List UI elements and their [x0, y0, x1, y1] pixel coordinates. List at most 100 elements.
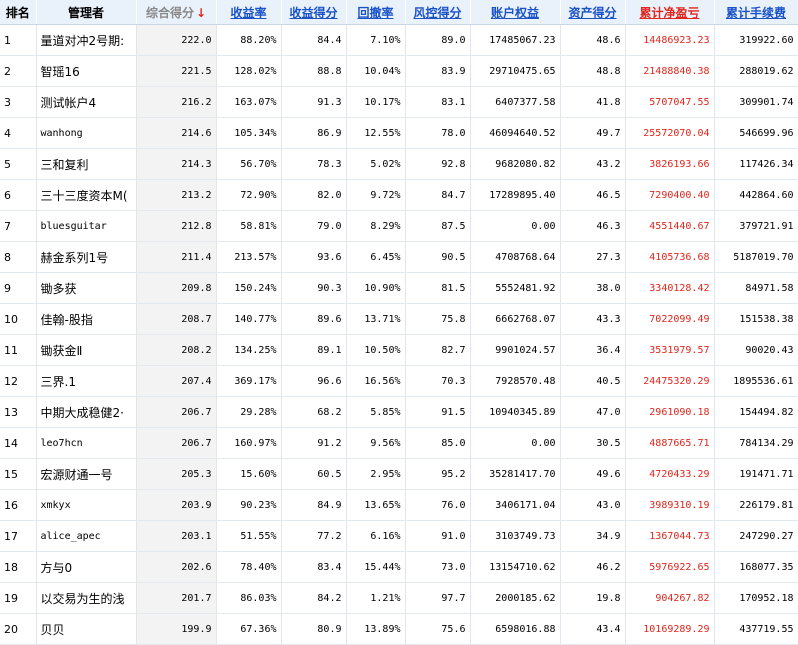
table-row[interactable]: 20 贝贝 199.9 67.36% 80.9 13.89% 75.6 6598016.88 4… [0, 613, 798, 645]
header-return-rate[interactable]: 收益率 [216, 0, 282, 25]
manager-cell[interactable]: 贝贝 [36, 613, 137, 645]
risk-score-cell: 92.8 [405, 148, 471, 180]
risk-score-cell: 90.5 [405, 241, 471, 273]
table-row[interactable]: 18 方与0 202.6 78.40% 83.4 15.44% 73.0 13154710.6… [0, 551, 798, 583]
manager-cell[interactable]: 锄获金Ⅱ [36, 334, 137, 366]
header-equity[interactable]: 账户权益 [470, 0, 561, 25]
rank-cell: 20 [0, 613, 37, 645]
table-row[interactable]: 6 三十三度资本M(213.2 72.90% 82.0 9.72% 84.7 1728989… [0, 179, 798, 211]
ranking-table-container: 排名 管理者 综合得分 ↓ 收益率 收益得分 回撤率 风控得分 账户权益 资产得分… [0, 0, 798, 645]
table-row[interactable]: 11 锄获金Ⅱ 208.2 134.25% 89.1 10.50% 82.7 9901024.… [0, 334, 798, 366]
equity-cell: 6662768.07 [470, 303, 561, 335]
table-row[interactable]: 10 佳翰-股指 208.7 140.77% 89.6 13.71% 75.8 6662768… [0, 303, 798, 335]
table-row[interactable]: 1 量道对冲2号期: 222.0 88.20% 84.4 7.10% 89.0 1748506… [0, 24, 798, 56]
table-row[interactable]: 14 leo7hcn 206.7 160.97% 91.2 9.56% 85.0 0.00 30… [0, 427, 798, 459]
table-row[interactable]: 7 bluesguitar 212.8 58.81% 79.0 8.29% 87.5 0.00… [0, 210, 798, 242]
header-fees[interactable]: 累计手续费 [714, 0, 798, 25]
rank-cell: 9 [0, 272, 37, 304]
net-profit-cell: 10169289.29 [625, 613, 715, 645]
asset-score-cell: 19.8 [560, 582, 626, 614]
rank-cell: 12 [0, 365, 37, 397]
fees-cell: 442864.60 [714, 179, 798, 211]
table-row[interactable]: 15 宏源财通一号 205.3 15.60% 60.5 2.95% 95.2 35281417… [0, 458, 798, 490]
table-row[interactable]: 5 三和复利 214.3 56.70% 78.3 5.02% 92.8 9682080.82 4… [0, 148, 798, 180]
return-score-cell: 89.1 [281, 334, 347, 366]
header-net-profit[interactable]: 累计净盈亏 [625, 0, 715, 25]
rank-cell: 7 [0, 210, 37, 242]
composite-score-cell: 221.5 [136, 55, 217, 87]
manager-cell[interactable]: wanhong [36, 117, 137, 149]
manager-cell[interactable]: 三十三度资本M( [36, 179, 137, 211]
table-row[interactable]: 12 三界.1 207.4 369.17% 96.6 16.56% 70.3 7928570.… [0, 365, 798, 397]
manager-cell[interactable]: 智瑶16 [36, 55, 137, 87]
header-return-score[interactable]: 收益得分 [281, 0, 347, 25]
net-profit-cell: 24475320.29 [625, 365, 715, 397]
manager-cell[interactable]: 中期大成稳健2· [36, 396, 137, 428]
composite-score-cell: 203.9 [136, 489, 217, 521]
risk-score-cell: 75.8 [405, 303, 471, 335]
table-row[interactable]: 4 wanhong 214.6 105.34% 86.9 12.55% 78.0 460946… [0, 117, 798, 149]
return-rate-cell: 88.20% [216, 24, 282, 56]
manager-cell[interactable]: 宏源财通一号 [36, 458, 137, 490]
manager-cell[interactable]: alice_apec [36, 520, 137, 552]
asset-score-cell: 43.3 [560, 303, 626, 335]
table-row[interactable]: 17 alice_apec 203.1 51.55% 77.2 6.16% 91.0 3103… [0, 520, 798, 552]
equity-cell: 6407377.58 [470, 86, 561, 118]
composite-score-cell: 213.2 [136, 179, 217, 211]
risk-score-cell: 91.0 [405, 520, 471, 552]
manager-cell[interactable]: leo7hcn [36, 427, 137, 459]
manager-cell[interactable]: 量道对冲2号期: [36, 24, 137, 56]
manager-cell[interactable]: 三界.1 [36, 365, 137, 397]
fees-cell: 226179.81 [714, 489, 798, 521]
header-drawdown[interactable]: 回撤率 [346, 0, 406, 25]
net-profit-cell: 4887665.71 [625, 427, 715, 459]
manager-cell[interactable]: xmkyx [36, 489, 137, 521]
return-rate-cell: 163.07% [216, 86, 282, 118]
manager-cell[interactable]: 三和复利 [36, 148, 137, 180]
asset-score-cell: 43.4 [560, 613, 626, 645]
manager-cell[interactable]: 赫金系列1号 [36, 241, 137, 273]
rank-cell: 18 [0, 551, 37, 583]
rank-cell: 16 [0, 489, 37, 521]
return-score-cell: 90.3 [281, 272, 347, 304]
manager-cell[interactable]: 以交易为生的浅 [36, 582, 137, 614]
rank-cell: 19 [0, 582, 37, 614]
asset-score-cell: 46.3 [560, 210, 626, 242]
return-score-cell: 84.9 [281, 489, 347, 521]
return-rate-cell: 15.60% [216, 458, 282, 490]
manager-cell[interactable]: 锄多获 [36, 272, 137, 304]
composite-score-cell: 206.7 [136, 396, 217, 428]
asset-score-cell: 43.2 [560, 148, 626, 180]
asset-score-cell: 48.6 [560, 24, 626, 56]
risk-score-cell: 87.5 [405, 210, 471, 242]
table-row[interactable]: 2 智瑶16 221.5 128.02% 88.8 10.04% 83.9 29710475.… [0, 55, 798, 87]
manager-cell[interactable]: 测试帐户4 [36, 86, 137, 118]
risk-score-cell: 85.0 [405, 427, 471, 459]
manager-cell[interactable]: 方与0 [36, 551, 137, 583]
net-profit-cell: 3531979.57 [625, 334, 715, 366]
manager-cell[interactable]: 佳翰-股指 [36, 303, 137, 335]
drawdown-cell: 2.95% [346, 458, 406, 490]
net-profit-cell: 7290400.40 [625, 179, 715, 211]
rank-cell: 6 [0, 179, 37, 211]
risk-score-cell: 76.0 [405, 489, 471, 521]
table-row[interactable]: 9 锄多获 209.8 150.24% 90.3 10.90% 81.5 5552481.92… [0, 272, 798, 304]
sort-desc-icon[interactable]: ↓ [196, 6, 206, 20]
equity-cell: 46094640.52 [470, 117, 561, 149]
drawdown-cell: 13.89% [346, 613, 406, 645]
rank-cell: 1 [0, 24, 37, 56]
drawdown-cell: 6.16% [346, 520, 406, 552]
header-asset-score[interactable]: 资产得分 [560, 0, 626, 25]
manager-cell[interactable]: bluesguitar [36, 210, 137, 242]
table-row[interactable]: 19 以交易为生的浅 201.7 86.03% 84.2 1.21% 97.7 2000185… [0, 582, 798, 614]
table-row[interactable]: 3 测试帐户4 216.2 163.07% 91.3 10.17% 83.1 6407377.… [0, 86, 798, 118]
table-row[interactable]: 13 中期大成稳健2· 206.7 29.28% 68.2 5.85% 91.5 109403… [0, 396, 798, 428]
header-risk-score[interactable]: 风控得分 [405, 0, 471, 25]
rank-cell: 10 [0, 303, 37, 335]
header-composite-score[interactable]: 综合得分 ↓ [136, 0, 217, 25]
table-row[interactable]: 8 赫金系列1号 211.4 213.57% 93.6 6.45% 90.5 4708768.… [0, 241, 798, 273]
header-composite-label[interactable]: 综合得分 [146, 6, 194, 20]
table-row[interactable]: 16 xmkyx 203.9 90.23% 84.9 13.65% 76.0 3406171.… [0, 489, 798, 521]
fees-cell: 168077.35 [714, 551, 798, 583]
return-score-cell: 88.8 [281, 55, 347, 87]
